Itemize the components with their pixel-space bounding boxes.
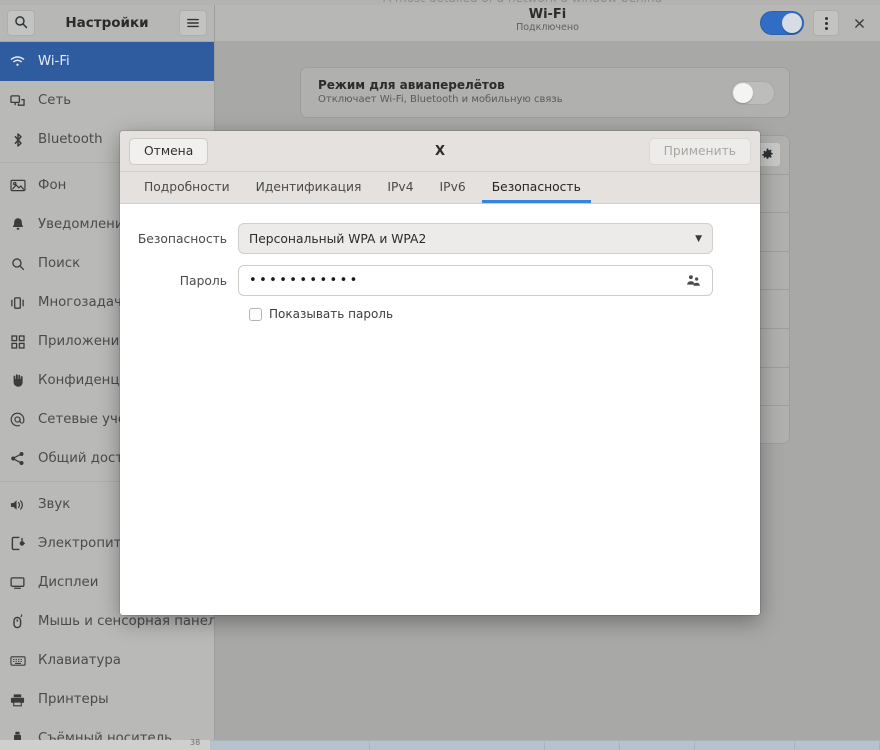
- toggle-knob: [733, 83, 753, 103]
- show-password-row[interactable]: Показывать пароль: [249, 307, 760, 321]
- sidebar-item-keyboard[interactable]: Клавиатура: [0, 641, 214, 680]
- usb-drive-icon: [9, 730, 26, 740]
- password-value: •••••••••••: [249, 274, 680, 287]
- share-icon: [9, 450, 26, 467]
- wallpaper-icon: [9, 177, 26, 194]
- strip-cell: [545, 741, 620, 750]
- network-settings-dialog: Отмена X Применить Подробности Идентифик…: [120, 131, 760, 615]
- network-icon: [9, 92, 26, 109]
- toggle-knob: [782, 13, 802, 33]
- security-type-label: Безопасность: [120, 232, 238, 246]
- sidebar-item-network[interactable]: Сеть: [0, 81, 214, 120]
- sidebar-item-label: Уведомления: [38, 217, 132, 232]
- content-header: Wi-Fi Подключено: [215, 5, 880, 42]
- sidebar-item-label: Клавиатура: [38, 653, 121, 668]
- airplane-mode-subtitle: Отключает Wi-Fi, Bluetooth и мобильную с…: [318, 93, 731, 107]
- sidebar-item-label: Принтеры: [38, 692, 109, 707]
- search-icon: [9, 255, 26, 272]
- sidebar-item-label: Wi-Fi: [38, 54, 70, 69]
- sidebar-item-printers[interactable]: Принтеры: [0, 680, 214, 719]
- airplane-mode-row[interactable]: Режим для авиаперелётов Отключает Wi-Fi,…: [300, 67, 790, 118]
- sidebar-title: Настройки: [35, 15, 179, 31]
- hamburger-icon: [186, 14, 200, 33]
- sidebar-item-label: Сеть: [38, 93, 71, 108]
- airplane-mode-title: Режим для авиаперелётов: [318, 78, 731, 93]
- sidebar-item-removable-media[interactable]: Съёмный носитель: [0, 719, 214, 740]
- display-icon: [9, 574, 26, 591]
- content-header-actions: [760, 10, 870, 36]
- sidebar-item-label: Мышь и сенсорная панель: [38, 614, 214, 629]
- dialog-tabs: Подробности Идентификация IPv4 IPv6 Безо…: [120, 172, 760, 204]
- sidebar-item-label: Поиск: [38, 256, 80, 271]
- password-input[interactable]: •••••••••••: [238, 265, 713, 296]
- security-type-value: Персональный WPA и WPA2: [249, 232, 426, 246]
- wifi-toggle[interactable]: [760, 11, 804, 35]
- search-button[interactable]: [7, 10, 35, 36]
- tab-ipv6[interactable]: IPv6: [427, 171, 479, 203]
- sidebar-item-label: Дисплеи: [38, 575, 98, 590]
- background-page-number: 38: [190, 738, 200, 747]
- sidebar-item-label: Съёмный носитель: [38, 731, 172, 740]
- sidebar-item-label: Bluetooth: [38, 132, 103, 147]
- mouse-icon: [9, 613, 26, 630]
- sidebar-item-label: Фон: [38, 178, 66, 193]
- contacts-people-icon[interactable]: [680, 268, 706, 293]
- background-window-left-pad: [0, 740, 210, 750]
- main-menu-button[interactable]: [179, 10, 207, 36]
- dialog-header: Отмена X Применить: [120, 131, 760, 172]
- printer-icon: [9, 691, 26, 708]
- keyboard-icon: [9, 652, 26, 669]
- strip-cell: [620, 741, 695, 750]
- security-type-row: Безопасность Персональный WPA и WPA2 ▼: [120, 223, 760, 254]
- sidebar-header: Настройки: [0, 5, 214, 42]
- wifi-icon: [9, 53, 26, 70]
- gear-icon: [761, 148, 774, 161]
- apps-grid-icon: [9, 333, 26, 350]
- dialog-body: Безопасность Персональный WPA и WPA2 ▼ П…: [120, 204, 760, 615]
- password-row: Пароль •••••••••••: [120, 265, 760, 296]
- tab-details[interactable]: Подробности: [131, 171, 243, 203]
- apply-button[interactable]: Применить: [649, 138, 751, 165]
- wifi-menu-button[interactable]: [813, 10, 839, 36]
- bell-icon: [9, 216, 26, 233]
- sidebar-item-label: Приложения: [38, 334, 127, 349]
- multitasking-icon: [9, 294, 26, 311]
- tab-ipv4[interactable]: IPv4: [374, 171, 426, 203]
- airplane-mode-toggle[interactable]: [731, 81, 775, 105]
- hand-privacy-icon: [9, 372, 26, 389]
- power-plug-icon: [9, 535, 26, 552]
- at-sign-icon: [9, 411, 26, 428]
- security-type-select[interactable]: Персональный WPA и WPA2 ▼: [238, 223, 713, 254]
- strip-cell: [695, 741, 795, 750]
- strip-cell: [370, 741, 545, 750]
- screen-root: A most detailed of a network a window be…: [0, 0, 880, 750]
- show-password-label: Показывать пароль: [269, 307, 393, 321]
- airplane-mode-texts: Режим для авиаперелётов Отключает Wi-Fi,…: [318, 78, 731, 107]
- close-window-button[interactable]: [848, 10, 870, 36]
- strip-cell: [795, 741, 880, 750]
- search-icon: [14, 14, 28, 33]
- cancel-button[interactable]: Отмена: [129, 138, 208, 165]
- sidebar-item-label: Звук: [38, 497, 70, 512]
- show-password-checkbox[interactable]: [249, 308, 262, 321]
- sidebar-item-wifi[interactable]: Wi-Fi: [0, 42, 214, 81]
- chevron-down-icon: ▼: [695, 234, 702, 244]
- kebab-menu-icon: [825, 17, 828, 30]
- password-label: Пароль: [120, 274, 238, 288]
- close-icon: [854, 18, 865, 29]
- bluetooth-icon: [9, 131, 26, 148]
- tab-identity[interactable]: Идентификация: [243, 171, 375, 203]
- tab-security[interactable]: Безопасность: [479, 171, 594, 203]
- speaker-icon: [9, 496, 26, 513]
